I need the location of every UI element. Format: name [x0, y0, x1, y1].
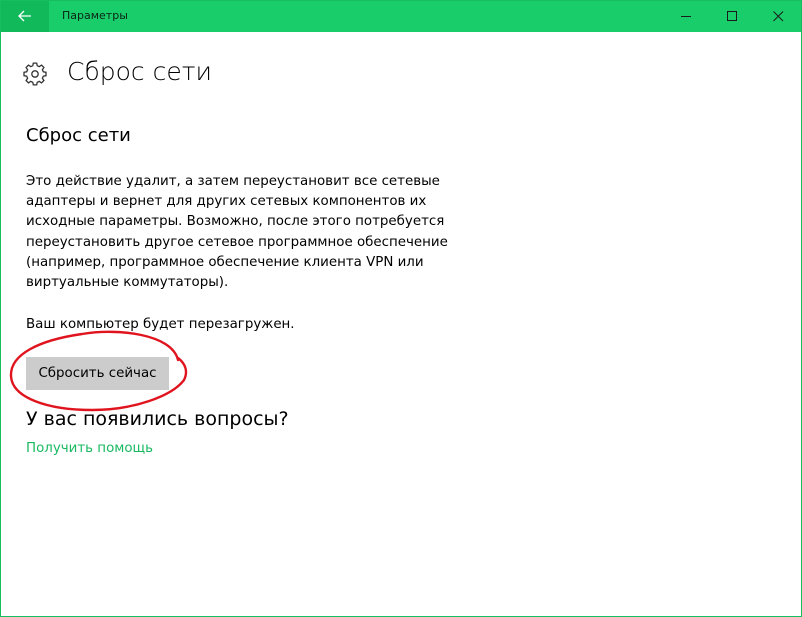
get-help-link[interactable]: Получить помощь	[26, 441, 153, 456]
description-line: переустановить другое сетевое программно…	[26, 234, 448, 250]
description-line: Это действие удалит, а затем переустанов…	[26, 174, 440, 189]
maximize-button[interactable]	[709, 1, 755, 32]
minimize-button[interactable]	[663, 1, 709, 32]
section-title: Сброс сети	[26, 125, 131, 146]
maximize-icon	[727, 11, 737, 21]
reset-now-button[interactable]: Сбросить сейчас	[26, 357, 169, 390]
back-button[interactable]	[1, 1, 49, 32]
title-bar: Параметры	[1, 1, 801, 32]
description-line: адаптеры и вернет для других сетевых ком…	[26, 194, 427, 210]
close-icon	[773, 11, 784, 22]
description-line: виртуальные коммутаторы).	[26, 275, 229, 291]
close-button[interactable]	[755, 1, 801, 32]
questions-heading: У вас появились вопросы?	[26, 408, 289, 430]
page-title: Сброс сети	[67, 57, 212, 86]
description-text: Это действие удалит, а затем переустанов…	[26, 172, 456, 293]
arrow-left-icon	[18, 10, 31, 22]
restart-note: Ваш компьютер будет перезагружен.	[26, 317, 295, 332]
window-title: Параметры	[62, 9, 128, 22]
gear-icon	[23, 62, 47, 86]
minimize-icon	[681, 16, 691, 17]
description-line: исходные параметры. Возможно, после этог…	[26, 214, 445, 230]
settings-window: Параметры Сброс сети Сброс сети Это дейс…	[0, 0, 802, 617]
description-line: (например, программное обеспечение клиен…	[26, 254, 424, 270]
